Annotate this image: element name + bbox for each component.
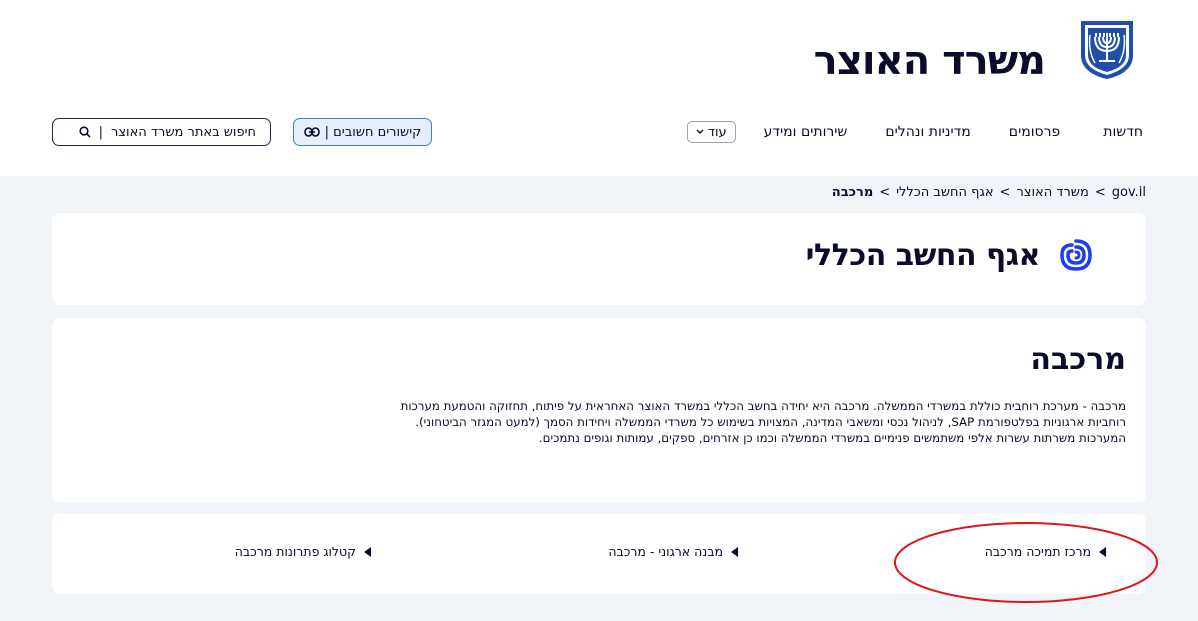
department-card: אגף החשב הכללי (52, 213, 1146, 305)
quick-link-solutions-catalog[interactable]: קטלוג פתרונות מרכבה (235, 544, 371, 559)
breadcrumb-item-govil[interactable]: gov.il (1112, 185, 1146, 200)
site-header: משרד האוצר חדשות פרסומים מדיניות ונהלים … (0, 0, 1198, 176)
nav-item-services[interactable]: שירותים ומידע (764, 124, 848, 140)
breadcrumb-sep: > (879, 185, 891, 200)
quick-link-org-structure[interactable]: מבנה ארגוני - מרכבה (608, 544, 738, 559)
nav-more-button[interactable]: עוד (686, 121, 736, 143)
quick-link-label: מרכז תמיכה מרכבה (984, 544, 1091, 559)
merkava-card: מרכבה מרכבה - מערכת רוחבית כוללת במשרדי … (52, 318, 1146, 502)
department-heading: אגף החשב הכללי (806, 237, 1094, 273)
breadcrumb-sep: > (1094, 185, 1106, 200)
nav-item-policies[interactable]: מדיניות ונהלים (885, 124, 970, 140)
breadcrumb-sep: > (999, 185, 1011, 200)
chevron-down-icon (696, 129, 704, 134)
quick-link-label: קטלוג פתרונות מרכבה (234, 544, 356, 559)
arrow-left-icon (731, 546, 738, 557)
breadcrumb-item-department[interactable]: אגף החשב הכללי (896, 185, 993, 200)
arrow-left-icon (364, 546, 371, 557)
state-emblem-icon[interactable] (1075, 15, 1139, 81)
arrow-left-icon (1099, 546, 1106, 557)
nav-more-label: עוד (707, 124, 727, 140)
department-title: אגף החשב הכללי (805, 237, 1041, 273)
nav-item-publications[interactable]: פרסומים (1009, 124, 1060, 140)
breadcrumb: gov.il > משרד האוצר > אגף החשב הכללי > מ… (832, 185, 1146, 200)
quick-links-card: מרכז תמיכה מרכבה מבנה ארגוני - מרכבה קטל… (52, 514, 1146, 594)
link-icon (303, 127, 320, 137)
quick-link-label: מבנה ארגוני - מרכבה (608, 544, 723, 559)
nav-item-news[interactable]: חדשות (1103, 124, 1143, 140)
quick-link-support-center[interactable]: מרכז תמיכה מרכבה (985, 544, 1106, 559)
search-separator: | (98, 124, 103, 140)
important-links-label: קישורים חשובים | (324, 124, 422, 140)
search-placeholder: חיפוש באתר משרד האוצר (110, 124, 256, 140)
important-links-button[interactable]: קישורים חשובים | (293, 118, 432, 146)
search-input[interactable]: חיפוש באתר משרד האוצר | (52, 118, 271, 146)
site-title[interactable]: משרד האוצר (814, 38, 1046, 84)
search-icon[interactable] (78, 126, 91, 138)
department-logo-icon (1060, 239, 1092, 271)
breadcrumb-current: מרכבה (831, 185, 874, 200)
merkava-description: מרכבה - מערכת רוחבית כוללת במשרדי הממשלה… (400, 399, 1126, 445)
merkava-title: מרכבה (1030, 342, 1126, 377)
breadcrumb-item-ministry[interactable]: משרד האוצר (1016, 185, 1088, 200)
main-nav: חדשות פרסומים מדיניות ונהלים שירותים ומי… (686, 120, 1143, 144)
